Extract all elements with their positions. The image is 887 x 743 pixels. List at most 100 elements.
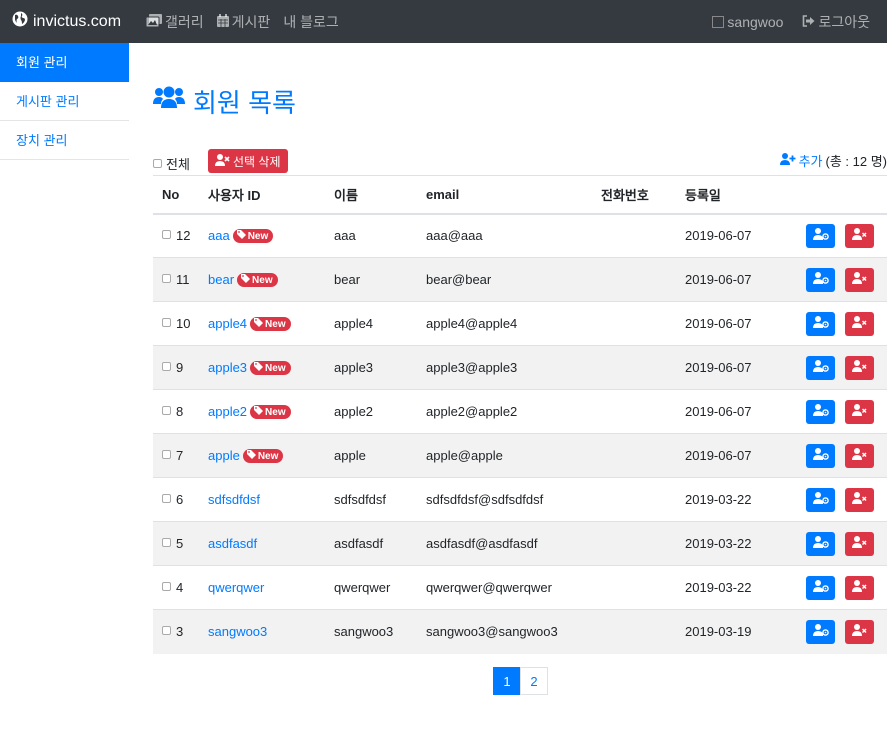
row-user-id-link[interactable]: aaa	[208, 228, 230, 243]
row-user-id-link[interactable]: sangwoo3	[208, 624, 267, 639]
row-checkbox[interactable]	[162, 581, 171, 591]
nav-board-label: 게시판	[231, 13, 271, 30]
edit-user-button[interactable]	[806, 487, 835, 512]
row-checkbox[interactable]	[162, 317, 171, 327]
header-date[interactable]: 등록일	[685, 175, 802, 215]
user-cog-icon	[812, 360, 829, 375]
edit-user-button[interactable]	[806, 223, 835, 248]
total-count: (총 : 12 명)	[825, 154, 887, 169]
nav-gallery[interactable]: 갤러리	[145, 12, 204, 32]
row-user-id-link[interactable]: bear	[208, 272, 234, 287]
user-cog-icon	[812, 316, 829, 331]
header-phone[interactable]: 전화번호	[601, 175, 685, 215]
delete-selected-label: 선택 삭제	[233, 154, 281, 169]
tag-icon	[254, 362, 265, 374]
delete-user-button[interactable]	[845, 223, 874, 248]
new-badge: New	[242, 449, 284, 463]
row-email: apple3@apple3	[426, 360, 518, 375]
user-times-icon	[215, 153, 233, 169]
row-user-id-link[interactable]: apple2	[208, 404, 247, 419]
select-all-label: 전체	[166, 157, 190, 172]
add-user-button[interactable]: 추가	[779, 151, 823, 170]
edit-user-button[interactable]	[806, 267, 835, 292]
row-user-id-link[interactable]: qwerqwer	[208, 580, 264, 595]
row-date: 2019-06-07	[685, 316, 752, 331]
sidebar-item-boards[interactable]: 게시판 관리	[0, 82, 129, 121]
page-title: 회원 목록	[153, 83, 296, 120]
delete-user-button[interactable]	[845, 355, 874, 380]
delete-user-button[interactable]	[845, 575, 874, 600]
row-user-id-link[interactable]: apple4	[208, 316, 247, 331]
row-name: apple4	[334, 316, 374, 331]
row-name: apple3	[334, 360, 374, 375]
user-times-icon	[852, 360, 867, 375]
row-no: 6	[176, 492, 184, 507]
row-checkbox[interactable]	[162, 229, 171, 239]
row-user-id-link[interactable]: asdfasdf	[208, 536, 257, 551]
row-checkbox[interactable]	[162, 493, 171, 503]
edit-user-button[interactable]	[806, 399, 835, 424]
select-all-checkbox[interactable]	[153, 159, 162, 168]
user-cog-icon	[812, 448, 829, 463]
nav-logout[interactable]: 로그아웃	[802, 12, 870, 32]
page-link-1[interactable]: 1	[493, 667, 521, 695]
header-user-id[interactable]: 사용자 ID	[208, 175, 334, 215]
row-user-id-link[interactable]: apple3	[208, 360, 247, 375]
page-link-2[interactable]: 2	[520, 667, 548, 695]
sidebar-item-members[interactable]: 회원 관리	[0, 43, 129, 82]
user-plus-icon	[779, 153, 799, 168]
row-name: bear	[334, 272, 361, 287]
edit-user-button[interactable]	[806, 619, 835, 644]
delete-user-button[interactable]	[845, 443, 874, 468]
table-row: 5 asdfasdf asdfasdf asdfasdf@asdfasdf 2019-0…	[153, 521, 887, 566]
row-email: apple4@apple4	[426, 316, 518, 331]
row-checkbox[interactable]	[162, 449, 171, 459]
nav-gallery-label: 갤러리	[165, 13, 204, 30]
row-no: 9	[176, 360, 184, 375]
sign-out-icon	[802, 14, 818, 30]
delete-user-button[interactable]	[845, 311, 874, 336]
nav-user[interactable]: sangwoo	[712, 14, 783, 30]
row-user-id-link[interactable]: apple	[208, 448, 240, 463]
row-checkbox[interactable]	[162, 361, 171, 371]
calendar-icon	[216, 13, 232, 30]
edit-user-button[interactable]	[806, 311, 835, 336]
edit-user-button[interactable]	[806, 531, 835, 556]
header-email[interactable]: email	[426, 175, 601, 215]
brand-link[interactable]: invictus.com	[0, 11, 121, 32]
row-checkbox[interactable]	[162, 405, 171, 415]
row-email: bear@bear	[426, 272, 492, 287]
tag-icon	[241, 274, 252, 286]
row-checkbox[interactable]	[162, 625, 171, 635]
edit-user-button[interactable]	[806, 443, 835, 468]
table-row: 7 apple New apple apple@apple 2019-06-07	[153, 433, 887, 478]
row-checkbox[interactable]	[162, 537, 171, 547]
delete-user-button[interactable]	[845, 399, 874, 424]
tag-icon	[246, 450, 258, 462]
nav-blog[interactable]: 내 블로그	[283, 12, 338, 32]
delete-user-button[interactable]	[845, 531, 874, 556]
row-email: aaa@aaa	[426, 228, 483, 244]
row-date: 2019-06-07	[685, 228, 752, 244]
delete-selected-button[interactable]: 선택 삭제	[208, 149, 288, 173]
members-table-body: 12 aaa New aaa aaa@aaa 2019-06-07 11 bear New bea…	[153, 213, 887, 654]
header-no[interactable]: No	[153, 175, 208, 215]
table-row: 12 aaa New aaa aaa@aaa 2019-06-07	[153, 213, 887, 258]
select-all-control[interactable]: 전체	[153, 154, 190, 173]
row-user-id-link[interactable]: sdfsdfdsf	[208, 492, 260, 507]
nav-board[interactable]: 게시판	[216, 12, 271, 32]
edit-user-button[interactable]	[806, 355, 835, 380]
new-badge-label: New	[257, 450, 279, 462]
new-badge: New	[250, 361, 291, 375]
table-row: 10 apple4 New apple4 apple4@apple4 2019-06-07	[153, 301, 887, 346]
delete-user-button[interactable]	[845, 619, 874, 644]
row-date: 2019-03-22	[685, 492, 752, 507]
edit-user-button[interactable]	[806, 575, 835, 600]
sidebar-item-devices[interactable]: 장치 관리	[0, 121, 129, 160]
delete-user-button[interactable]	[845, 487, 874, 512]
delete-user-button[interactable]	[845, 267, 874, 292]
row-date: 2019-06-07	[685, 448, 752, 463]
header-name[interactable]: 이름	[334, 175, 426, 215]
row-checkbox[interactable]	[162, 273, 171, 283]
row-name: sdfsdfdsf	[334, 492, 387, 507]
